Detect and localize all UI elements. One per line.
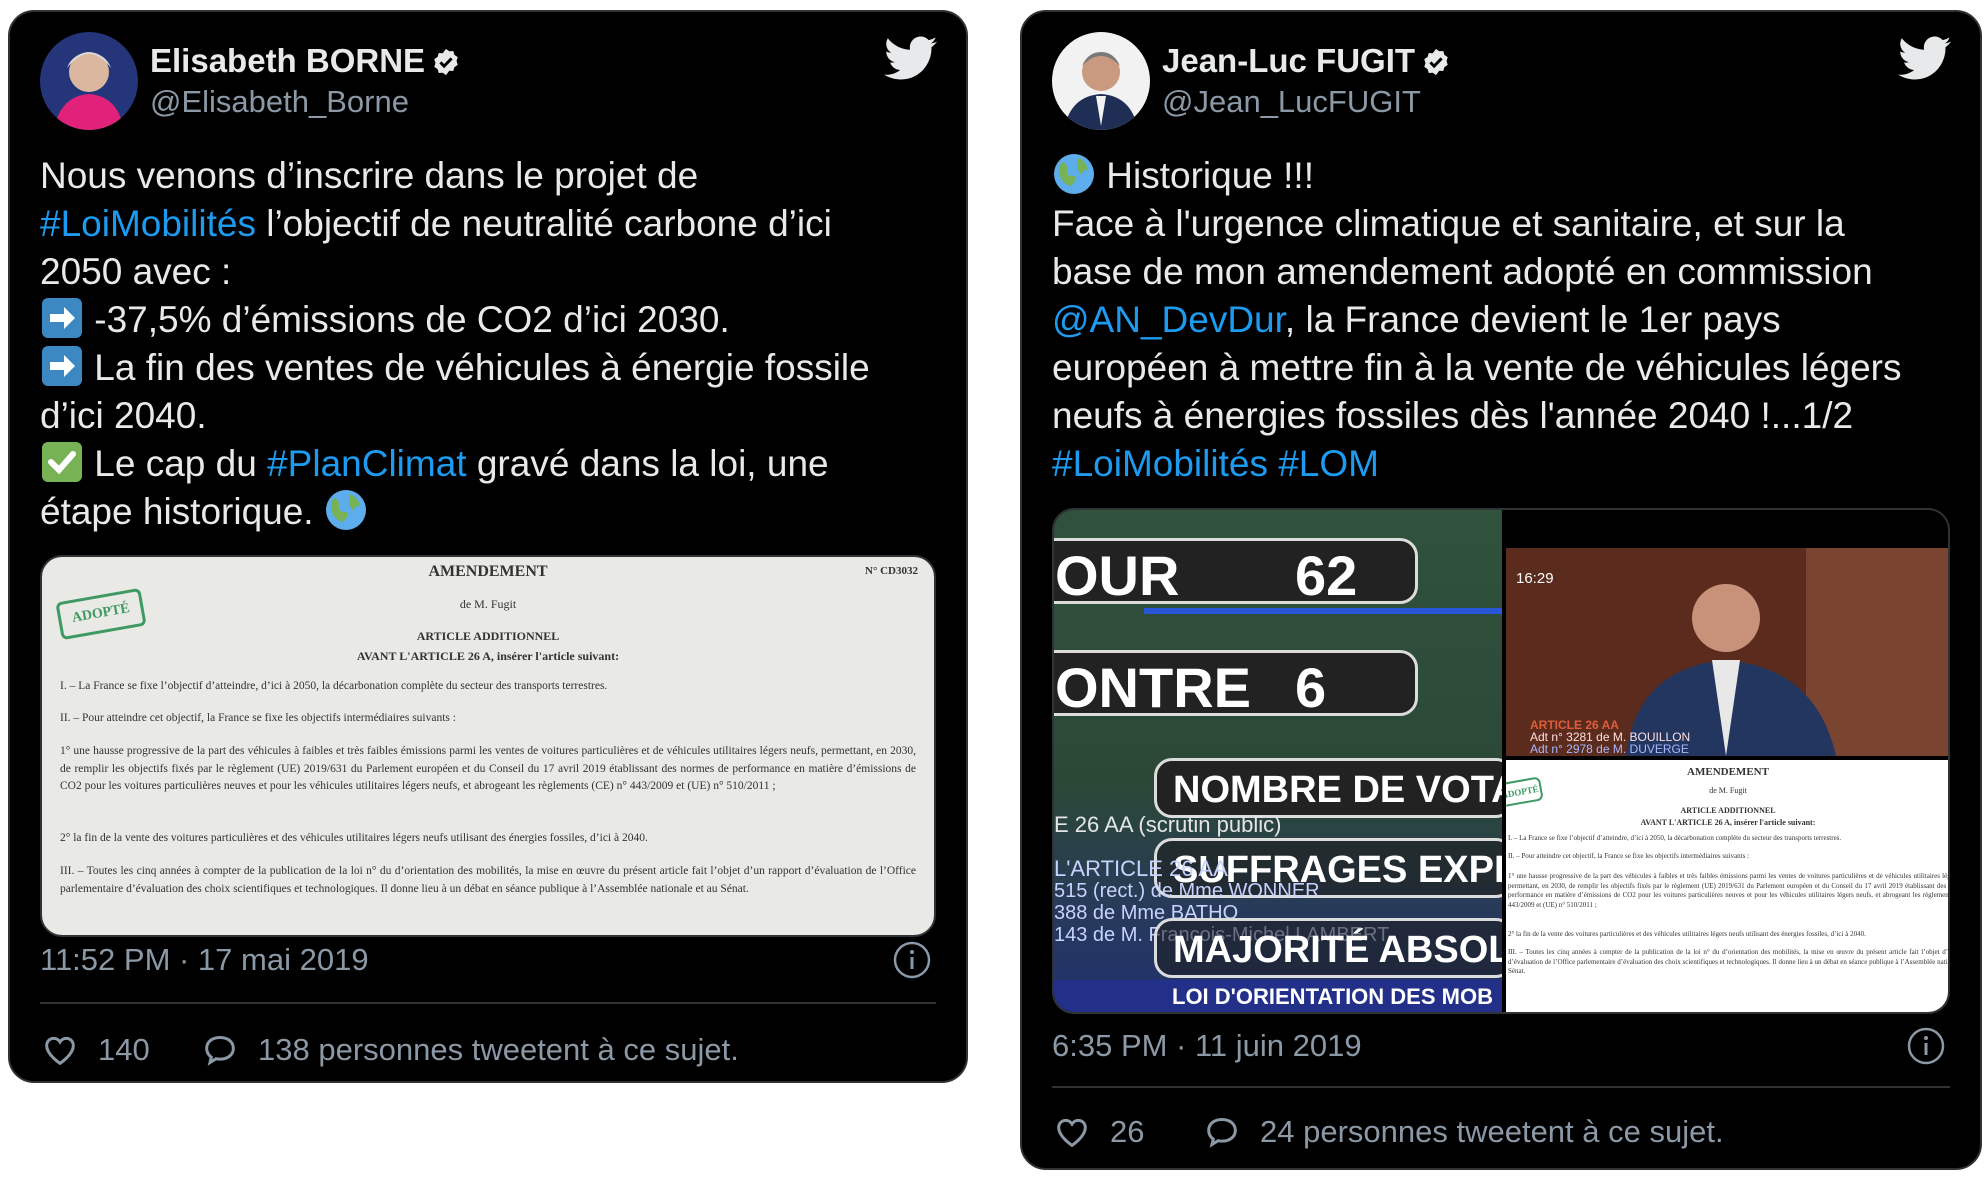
text-line: #LoiMobilités l’objectif de neutralité c… bbox=[40, 203, 832, 244]
avatar[interactable] bbox=[1052, 32, 1150, 130]
info-icon[interactable] bbox=[1906, 1026, 1946, 1066]
check-mark-emoji-icon bbox=[40, 440, 84, 484]
majorite-row: MAJORITÉ ABSOL bbox=[1154, 918, 1502, 978]
heart-icon bbox=[1057, 1118, 1087, 1148]
avatar[interactable] bbox=[40, 32, 138, 130]
doc-title: AMENDEMENT bbox=[1687, 766, 1769, 778]
doc-paragraph: III. – Toutes les cinq années à compter … bbox=[60, 865, 916, 895]
doc-paragraph: 2° la fin de la vente des voitures parti… bbox=[60, 832, 648, 844]
vote-screen: OUR 62 ONTRE 6 NOMBRE DE VOTA E 26 AA (s… bbox=[1054, 510, 1502, 1012]
text-line: La fin des ventes de véhicules à énergie… bbox=[40, 344, 940, 392]
text-line: #LoiMobilités #LOM bbox=[1052, 440, 1952, 488]
text-line: Historique !!! bbox=[1052, 152, 1952, 200]
tweet-timestamp[interactable]: 6:35 PM · 11 juin 2019 bbox=[1052, 1028, 1362, 1064]
hashtag-loimobilites[interactable]: #LoiMobilités bbox=[40, 203, 256, 244]
heart-icon bbox=[45, 1036, 75, 1066]
like-count: 26 bbox=[1110, 1114, 1145, 1149]
doc-paragraph: I. – La France se fixe l’objectif d’atte… bbox=[60, 680, 608, 692]
arrow-right-emoji-icon bbox=[40, 344, 84, 388]
text-line: d’ici 2040. bbox=[40, 395, 207, 436]
text-line: Nous venons d’inscrire dans le projet de bbox=[40, 155, 699, 196]
arrow-right-emoji-icon bbox=[40, 296, 84, 340]
doc-paragraph: 1° une hausse progressive de la part des… bbox=[1508, 872, 1950, 909]
tweet-text: Historique !!! Face à l'urgence climatiq… bbox=[1052, 152, 1952, 488]
author-name[interactable]: Jean-Luc FUGIT bbox=[1162, 42, 1451, 85]
reply-bubble-icon bbox=[1207, 1117, 1237, 1148]
text-line: Face à l'urgence climatique et sanitaire… bbox=[1052, 203, 1845, 244]
amendment-image[interactable]: AMENDEMENT N° CD3032 ADOPTÉ de M. Fugit … bbox=[40, 555, 936, 937]
amendment-thumbnail: AMENDEMENT ADOPTÉ de M. Fugit ARTICLE AD… bbox=[1506, 760, 1950, 1012]
tweet-actions: 26 24 personnes tweetent à ce sujet. bbox=[1052, 1106, 1952, 1156]
author-handle[interactable]: @Jean_LucFUGIT bbox=[1162, 84, 1421, 120]
like-button[interactable]: 140 bbox=[40, 1024, 170, 1074]
tweet-card-borne[interactable]: Elisabeth BORNE @Elisabeth_Borne Nous ve… bbox=[8, 10, 968, 1083]
hashtag-loimobilites[interactable]: #LoiMobilités bbox=[1052, 443, 1268, 484]
vote-contre-row: ONTRE 6 bbox=[1054, 650, 1418, 719]
doc-author: de M. Fugit bbox=[1709, 786, 1747, 795]
text-line: base de mon amendement adopté en commiss… bbox=[1052, 251, 1873, 292]
verified-badge-icon bbox=[431, 47, 461, 85]
doc-paragraph: 2° la fin de la vente des voitures parti… bbox=[1508, 930, 1866, 938]
amendment-label: 515 (rect.) de Mme WONNER bbox=[1054, 880, 1320, 902]
video-adt: Adt n° 2978 de M. DUVERGE bbox=[1530, 742, 1689, 756]
reply-text: 24 personnes tweetent à ce sujet. bbox=[1260, 1114, 1724, 1149]
divider bbox=[40, 1002, 936, 1004]
nombre-votants-row: NOMBRE DE VOTA bbox=[1154, 758, 1502, 818]
verified-badge-icon bbox=[1421, 47, 1451, 85]
doc-paragraph: II. – Pour atteindre cet objectif, la Fr… bbox=[1508, 852, 1750, 860]
hashtag-planclimat[interactable]: #PlanClimat bbox=[267, 443, 466, 484]
mention-an-devdur[interactable]: @AN_DevDur bbox=[1052, 299, 1285, 340]
like-button[interactable]: 26 bbox=[1052, 1106, 1182, 1156]
tweet-timestamp[interactable]: 11:52 PM · 17 mai 2019 bbox=[40, 942, 369, 978]
twitter-bird-icon[interactable] bbox=[884, 36, 938, 82]
doc-subtitle: AVANT L'ARTICLE 26 A, insérer l'article … bbox=[1640, 818, 1816, 827]
text-line: neufs à énergies fossiles dès l'année 20… bbox=[1052, 395, 1854, 436]
article-label: L'ARTICLE 26 AA bbox=[1054, 856, 1228, 881]
doc-article: ARTICLE ADDITIONNEL bbox=[416, 629, 560, 643]
doc-author: de M. Fugit bbox=[459, 597, 517, 611]
doc-paragraph: III. – Toutes les cinq années à compter … bbox=[1508, 948, 1950, 975]
text-line: @AN_DevDur, la France devient le 1er pay… bbox=[1052, 299, 1781, 340]
reply-text: 138 personnes tweetent à ce sujet. bbox=[258, 1032, 739, 1067]
hashtag-lom[interactable]: #LOM bbox=[1278, 443, 1379, 484]
vote-pour-row: OUR 62 bbox=[1054, 538, 1418, 607]
text-line: -37,5% d’émissions de CO2 d’ici 2030. bbox=[40, 296, 940, 344]
doc-paragraph: 1° une hausse progressive de la part des… bbox=[60, 745, 916, 792]
text-line: Le cap du #PlanClimat gravé dans la loi,… bbox=[40, 440, 940, 488]
reply-bubble-icon bbox=[205, 1035, 235, 1066]
info-icon[interactable] bbox=[892, 940, 932, 980]
video-still: 16:29 ARTICLE 26 AA Adt n° 3281 de M. BO… bbox=[1506, 548, 1948, 756]
video-time: 16:29 bbox=[1516, 570, 1554, 587]
doc-paragraph: II. – Pour atteindre cet objectif, la Fr… bbox=[60, 712, 456, 724]
divider bbox=[1052, 1086, 1950, 1088]
vote-bar bbox=[1144, 608, 1502, 614]
author-handle[interactable]: @Elisabeth_Borne bbox=[150, 84, 409, 120]
tweet-actions: 140 138 personnes tweetent à ce sujet. bbox=[40, 1024, 940, 1074]
text-line: européen à mettre fin à la vente de véhi… bbox=[1052, 347, 1902, 388]
scrutin-label: E 26 AA (scrutin public) bbox=[1054, 812, 1282, 837]
globe-emoji-icon bbox=[324, 488, 368, 532]
doc-paragraph: I. – La France se fixe l’objectif d’atte… bbox=[1508, 834, 1842, 842]
loi-banner: LOI D'ORIENTATION DES MOB bbox=[1054, 980, 1502, 1012]
doc-title: AMENDEMENT bbox=[428, 563, 548, 580]
doc-number: N° CD3032 bbox=[865, 565, 918, 577]
doc-subtitle: AVANT L'ARTICLE 26 A, insérer l'article … bbox=[356, 649, 620, 663]
author-name[interactable]: Elisabeth BORNE bbox=[150, 42, 461, 85]
tweet-card-fugit[interactable]: Jean-Luc FUGIT @Jean_LucFUGIT Historique… bbox=[1020, 10, 1982, 1170]
like-count: 140 bbox=[98, 1032, 150, 1067]
text-line: étape historique. bbox=[40, 488, 940, 536]
globe-emoji-icon bbox=[1052, 152, 1096, 196]
vote-collage-image[interactable]: OUR 62 ONTRE 6 NOMBRE DE VOTA E 26 AA (s… bbox=[1052, 508, 1950, 1014]
doc-article: ARTICLE ADDITIONNEL bbox=[1680, 806, 1776, 815]
text-line: 2050 avec : bbox=[40, 251, 232, 292]
tweet-text: Nous venons d’inscrire dans le projet de… bbox=[40, 152, 940, 536]
twitter-bird-icon[interactable] bbox=[1898, 36, 1952, 82]
